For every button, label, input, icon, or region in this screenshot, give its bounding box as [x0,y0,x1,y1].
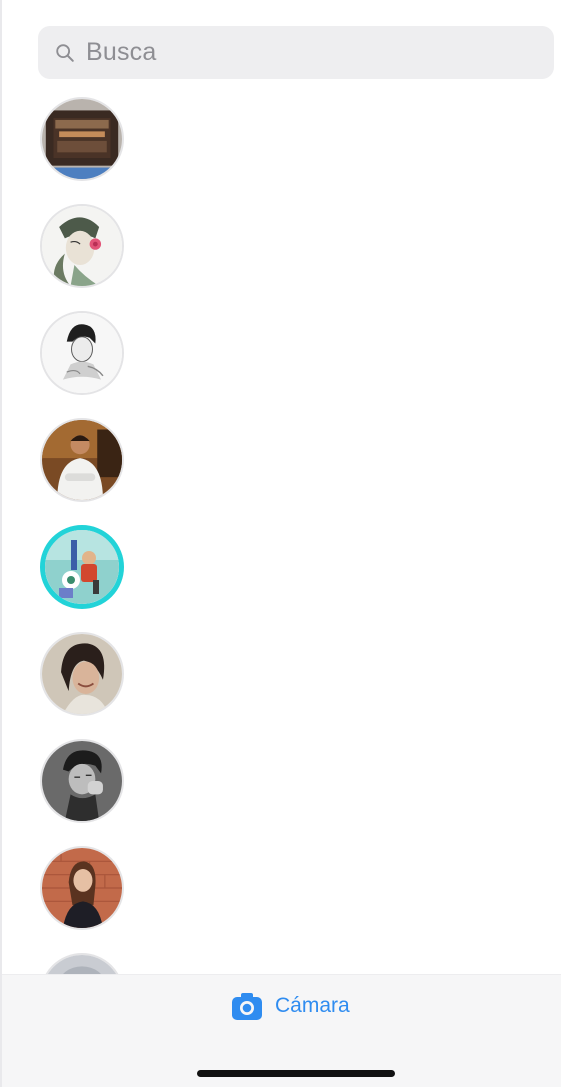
home-indicator[interactable] [197,1070,395,1077]
list-item[interactable] [2,845,561,952]
avatar[interactable] [40,632,124,716]
avatar[interactable] [40,739,124,823]
avatar[interactable] [40,97,124,181]
list-item[interactable] [2,524,561,631]
list-item[interactable] [2,631,561,738]
list-item[interactable] [2,203,561,310]
list-item[interactable] [2,96,561,203]
search-icon [56,43,74,62]
bottom-bar: Cámara [2,974,561,1087]
avatar[interactable] [40,846,124,930]
camera-label: Cámara [275,994,350,1017]
list-item[interactable] [2,310,561,417]
contact-list[interactable] [2,96,561,974]
camera-icon [232,993,262,1020]
search-bar[interactable]: Busca [38,26,554,79]
contacts-screen: Busca Cámara [0,0,561,1087]
search-placeholder: Busca [86,38,157,66]
list-item[interactable] [2,417,561,524]
camera-button[interactable]: Cámara [231,989,350,1023]
list-item[interactable] [2,952,561,974]
avatar[interactable] [40,204,124,288]
avatar[interactable] [40,525,124,609]
list-item[interactable] [2,738,561,845]
avatar[interactable] [40,311,124,395]
avatar[interactable] [40,953,124,974]
avatar[interactable] [40,418,124,502]
